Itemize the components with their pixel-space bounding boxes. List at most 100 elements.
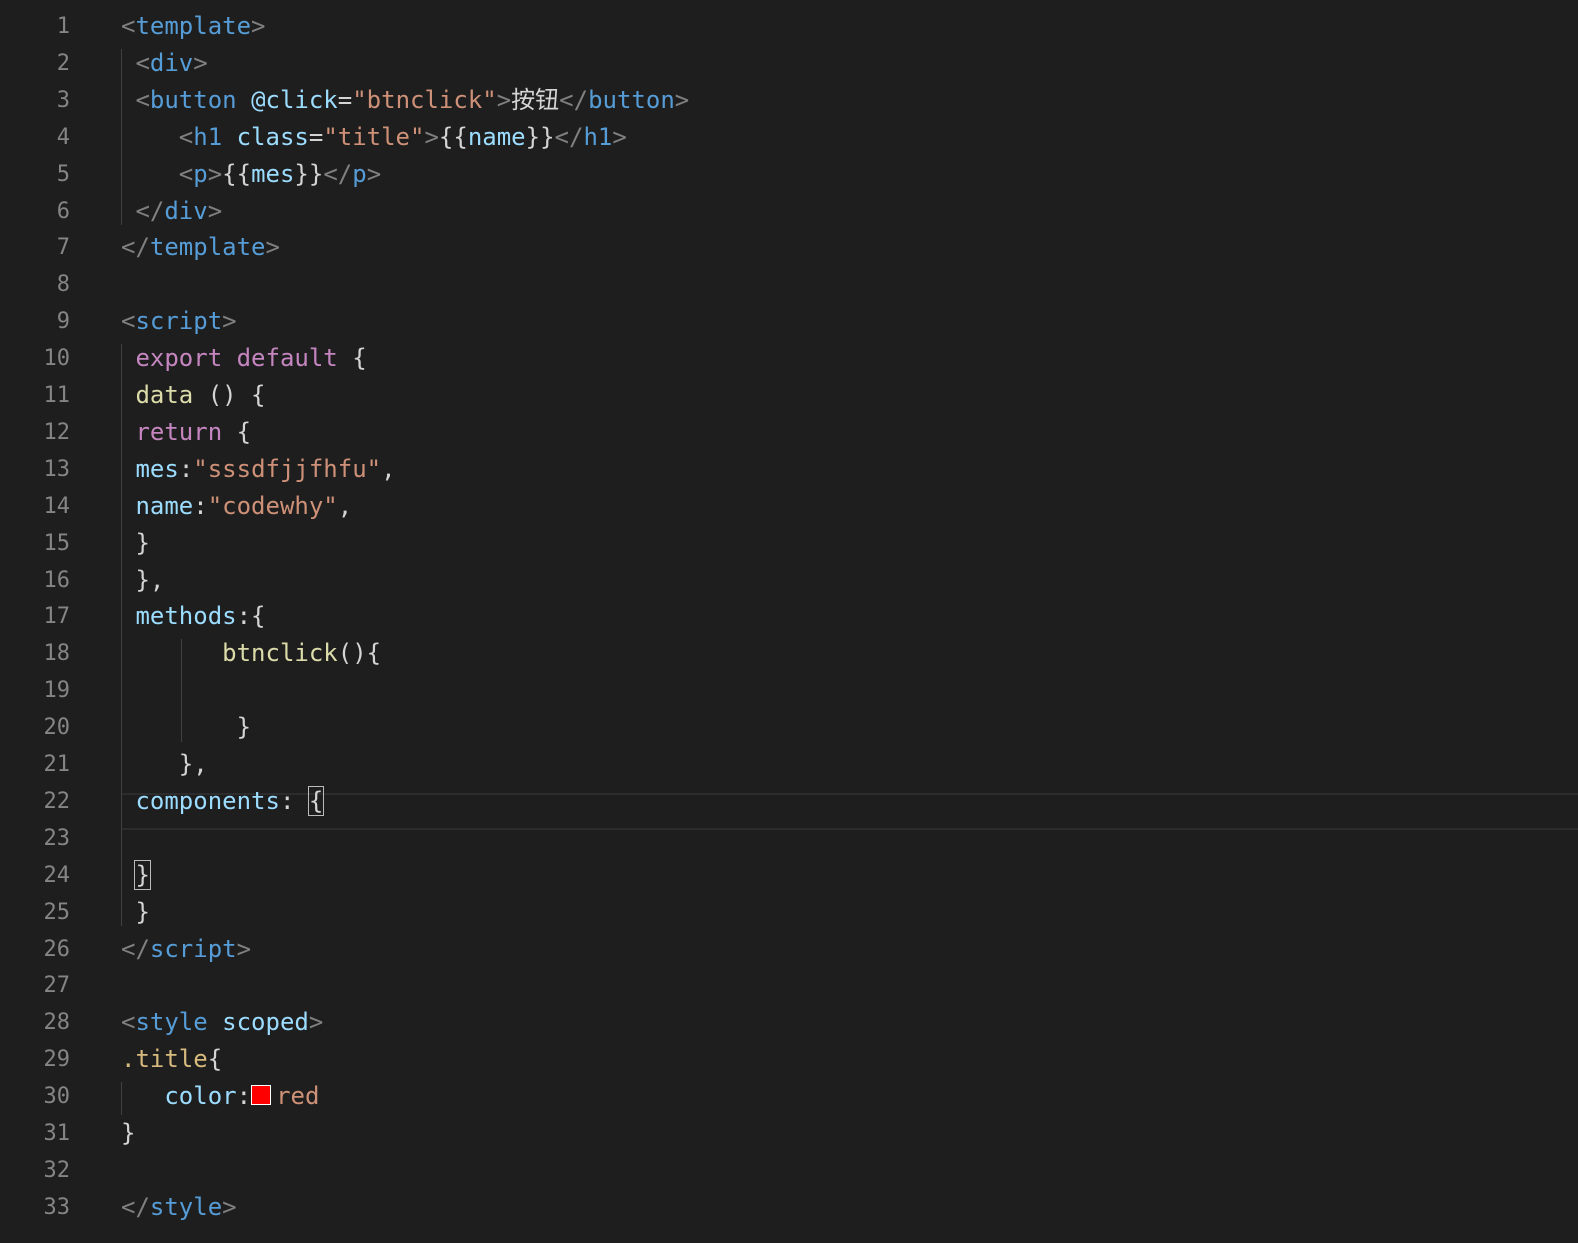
code-text[interactable]: export default { bbox=[121, 340, 366, 377]
code-token: </ bbox=[554, 122, 584, 151]
code-line[interactable]: 1 <template> bbox=[0, 8, 1578, 45]
code-token: div bbox=[164, 196, 208, 225]
code-token: red bbox=[276, 1082, 320, 1111]
code-line[interactable]: 20 } bbox=[0, 709, 1578, 746]
code-line[interactable]: 33 </style> bbox=[0, 1189, 1578, 1226]
code-line[interactable]: 9 <script> bbox=[0, 303, 1578, 340]
code-text[interactable]: components: { bbox=[121, 783, 325, 820]
code-token: () { bbox=[193, 381, 266, 409]
code-text[interactable]: } bbox=[121, 525, 149, 562]
code-line[interactable]: 2 <div> bbox=[0, 45, 1578, 82]
code-text[interactable]: } bbox=[121, 894, 149, 931]
code-line[interactable]: 23 bbox=[0, 820, 1578, 857]
code-token: > bbox=[424, 122, 439, 151]
code-line[interactable]: 29 .title{ bbox=[0, 1041, 1578, 1078]
code-line[interactable]: 30 color: red bbox=[0, 1078, 1578, 1115]
code-text[interactable]: </template> bbox=[121, 229, 280, 266]
code-text[interactable]: <h1 class="title">{{name}}</h1> bbox=[121, 119, 627, 156]
code-line[interactable]: 24 } bbox=[0, 857, 1578, 894]
code-text[interactable]: <script> bbox=[121, 303, 237, 340]
code-text[interactable]: } bbox=[121, 857, 151, 894]
line-number: 19 bbox=[43, 678, 71, 704]
code-line[interactable]: 12 return { bbox=[0, 414, 1578, 451]
code-line[interactable]: 31} bbox=[0, 1115, 1578, 1152]
code-token: { bbox=[222, 417, 252, 446]
code-text[interactable]: <template> bbox=[121, 8, 266, 45]
code-line[interactable]: 11 data () { bbox=[0, 377, 1578, 414]
code-token: < bbox=[121, 307, 136, 336]
indent-guide bbox=[121, 344, 122, 927]
code-text[interactable]: btnclick(){ bbox=[121, 635, 381, 672]
code-line[interactable]: 13 mes:"sssdfjjfhfu", bbox=[0, 451, 1578, 488]
code-token: > bbox=[366, 159, 382, 188]
code-line[interactable]: 19 bbox=[0, 672, 1578, 709]
code-token: data bbox=[135, 381, 194, 409]
code-token: } bbox=[121, 1119, 136, 1147]
code-text[interactable]: data () { bbox=[121, 377, 266, 414]
code-line[interactable]: 25 } bbox=[0, 894, 1578, 931]
code-token: button bbox=[588, 85, 675, 114]
code-line[interactable]: 28 <style scoped> bbox=[0, 1004, 1578, 1041]
line-number: 33 bbox=[43, 1194, 71, 1220]
code-line[interactable]: 27 bbox=[0, 967, 1578, 1004]
code-token: > bbox=[612, 122, 627, 151]
code-token: {{ bbox=[438, 122, 468, 151]
code-token: btnclick bbox=[222, 639, 338, 668]
code-line[interactable]: 17 methods:{ bbox=[0, 598, 1578, 635]
code-text[interactable]: <div> bbox=[121, 45, 207, 82]
code-text[interactable]: </style> bbox=[121, 1189, 237, 1226]
line-number: 8 bbox=[56, 272, 70, 298]
line-number: 3 bbox=[56, 87, 70, 113]
code-line[interactable]: 21 }, bbox=[0, 746, 1578, 783]
code-line[interactable]: 7 </template> bbox=[0, 229, 1578, 266]
code-line[interactable]: 5 <p>{{mes}}</p> bbox=[0, 156, 1578, 193]
code-line[interactable]: 3 <button @click="btnclick">按钮</button> bbox=[0, 82, 1578, 119]
code-line[interactable]: 8 bbox=[0, 266, 1578, 303]
code-text[interactable]: name:"codewhy", bbox=[121, 488, 352, 525]
code-editor[interactable]: 1 <template> 2 <div> 3 <button @click="btnc… bbox=[0, 8, 1578, 1243]
code-text[interactable]: <button @click="btnclick">按钮</button> bbox=[121, 82, 689, 119]
code-line[interactable]: 6 </div> bbox=[0, 193, 1578, 230]
code-line[interactable]: 14 name:"codewhy", bbox=[0, 488, 1578, 525]
line-number: 22 bbox=[43, 788, 71, 814]
code-line[interactable]: 10 export default { bbox=[0, 340, 1578, 377]
bracket-match-highlight: { bbox=[307, 785, 325, 816]
line-number: 27 bbox=[43, 973, 71, 999]
code-line[interactable]: 16 }, bbox=[0, 562, 1578, 599]
code-text[interactable]: }, bbox=[121, 562, 164, 599]
code-text[interactable]: </div> bbox=[121, 193, 222, 230]
code-token: , bbox=[337, 491, 353, 520]
line-number: 12 bbox=[43, 419, 71, 445]
code-token: h1 bbox=[583, 122, 613, 151]
code-token: template bbox=[149, 233, 266, 262]
code-line[interactable]: 4 <h1 class="title">{{name}}</h1> bbox=[0, 119, 1578, 156]
code-token: }} bbox=[294, 159, 324, 188]
code-token: < bbox=[178, 122, 194, 151]
code-text[interactable]: .title{ bbox=[121, 1041, 222, 1078]
code-text[interactable]: <p>{{mes}}</p> bbox=[121, 156, 381, 193]
code-line[interactable]: 18 btnclick(){ bbox=[0, 635, 1578, 672]
code-text[interactable]: <style scoped> bbox=[121, 1004, 323, 1041]
bracket-match-highlight: } bbox=[134, 859, 151, 890]
code-text[interactable]: color: red bbox=[121, 1078, 319, 1115]
code-token: "codewhy" bbox=[207, 491, 338, 520]
code-text[interactable]: mes:"sssdfjjfhfu", bbox=[121, 451, 395, 488]
code-text[interactable]: }, bbox=[121, 746, 208, 783]
code-text[interactable]: } bbox=[121, 1115, 135, 1152]
code-line[interactable]: 15 } bbox=[0, 525, 1578, 562]
code-token: } bbox=[121, 713, 252, 742]
color-swatch-icon[interactable] bbox=[251, 1085, 272, 1106]
code-line[interactable]: 26 </script> bbox=[0, 931, 1578, 968]
code-text[interactable]: </script> bbox=[121, 931, 251, 968]
code-text[interactable]: methods:{ bbox=[121, 598, 265, 635]
code-token: </ bbox=[559, 85, 589, 114]
code-line[interactable]: 22 components: { bbox=[0, 783, 1578, 820]
code-text[interactable]: } bbox=[121, 709, 251, 746]
code-text[interactable]: return { bbox=[121, 414, 251, 451]
code-line[interactable]: 32 bbox=[0, 1152, 1578, 1189]
